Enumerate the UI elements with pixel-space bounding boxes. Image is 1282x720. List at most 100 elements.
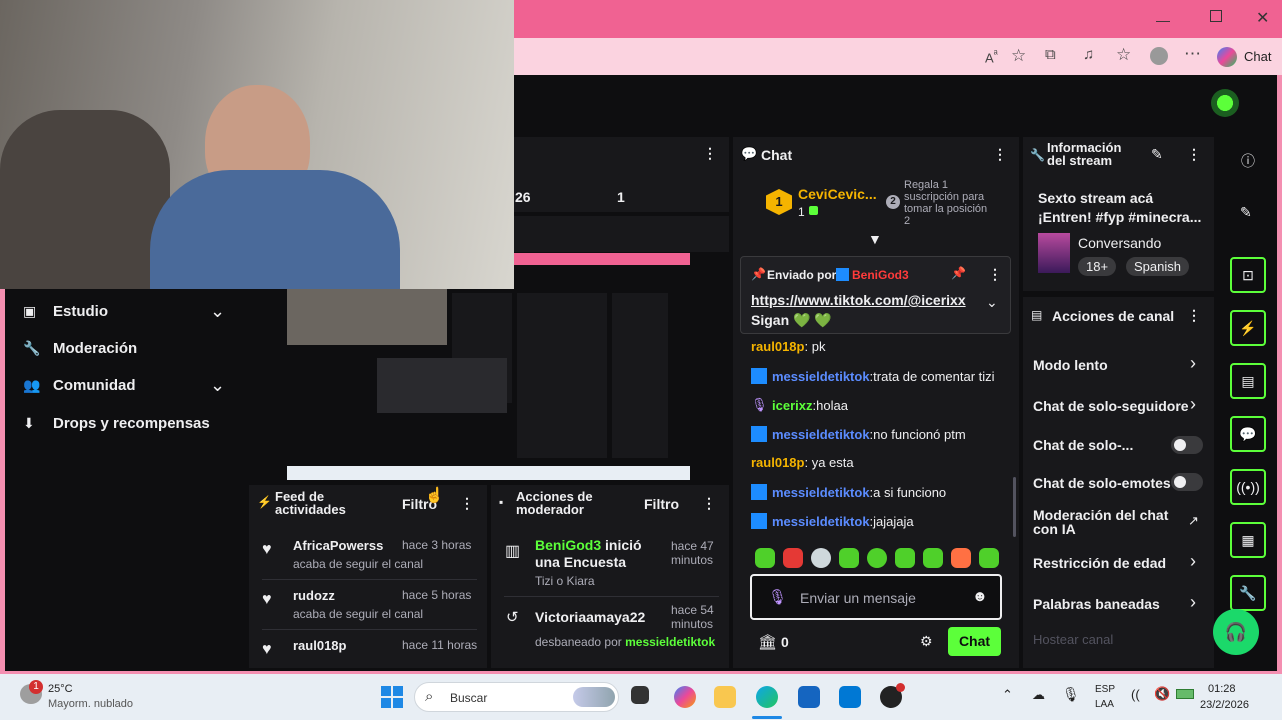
- more-icon[interactable]: ⋮: [1187, 307, 1201, 324]
- pencil-icon[interactable]: ✎: [1151, 146, 1163, 163]
- weather-temp[interactable]: 25°C: [48, 683, 73, 695]
- info-icon[interactable]: ⓘ: [1241, 151, 1255, 171]
- filter-button[interactable]: Filtro: [644, 496, 679, 512]
- more-icon[interactable]: ⋮: [993, 146, 1007, 163]
- more-icon[interactable]: ⋮: [702, 495, 716, 512]
- action-subs-only[interactable]: Chat de solo-...: [1033, 437, 1133, 453]
- copilot-icon[interactable]: [1217, 47, 1237, 67]
- clock-time[interactable]: 01:28: [1208, 683, 1236, 695]
- lightning-icon[interactable]: ⚡: [1230, 310, 1266, 346]
- pencil-icon[interactable]: ✎: [1240, 204, 1252, 221]
- action-age-restriction[interactable]: Restricción de edad: [1033, 555, 1166, 571]
- mod-action-user[interactable]: Victoriaamaya22: [535, 609, 645, 625]
- chat-username[interactable]: messieldetiktok: [772, 427, 870, 442]
- category-boxart[interactable]: [1038, 233, 1070, 273]
- task-view-icon[interactable]: [631, 686, 649, 704]
- category-name[interactable]: Conversando: [1078, 235, 1161, 251]
- store-icon[interactable]: [798, 686, 820, 708]
- chat-username[interactable]: messieldetiktok: [772, 514, 870, 529]
- action-ai-moderation[interactable]: Moderación del chat con IA: [1033, 508, 1173, 536]
- chevron-right-icon[interactable]: ›: [1190, 394, 1196, 415]
- collections-icon[interactable]: ♫: [1083, 46, 1094, 63]
- emote-only-toggle[interactable]: [1171, 473, 1203, 491]
- tray-app-icon[interactable]: ☁: [1032, 687, 1045, 703]
- activity-user[interactable]: rudozz: [293, 588, 335, 603]
- clock-date[interactable]: 23/2/2026: [1200, 699, 1249, 711]
- channel-points-icon[interactable]: 🏛: [758, 633, 777, 651]
- send-chat-button[interactable]: Chat: [948, 627, 1001, 656]
- chevron-up-icon[interactable]: ⌃: [1002, 687, 1013, 703]
- copilot-app-icon[interactable]: [674, 686, 696, 708]
- chevron-down-icon[interactable]: ⌄: [210, 301, 225, 322]
- tag-badge[interactable]: Spanish: [1126, 257, 1189, 276]
- tag-badge[interactable]: 18+: [1078, 257, 1117, 276]
- emote-icon[interactable]: [951, 548, 971, 568]
- external-link-icon[interactable]: ↗: [1188, 513, 1199, 529]
- action-followers-only[interactable]: Chat de solo-seguidore: [1033, 398, 1189, 414]
- favorite-star-icon[interactable]: ☆: [1011, 46, 1026, 66]
- windows-start-icon[interactable]: [381, 686, 403, 708]
- chat-username[interactable]: raul018p: [751, 455, 804, 470]
- layout-icon[interactable]: ▦: [1230, 522, 1266, 558]
- more-options-icon[interactable]: ⋯: [1184, 44, 1201, 64]
- battery-icon[interactable]: [1176, 689, 1194, 699]
- avatar[interactable]: [1211, 89, 1239, 117]
- minimize-icon[interactable]: —: [1156, 12, 1170, 28]
- chevron-right-icon[interactable]: ›: [1190, 592, 1196, 613]
- restore-icon[interactable]: [1210, 10, 1222, 22]
- more-icon[interactable]: ⋮: [460, 495, 474, 512]
- emote-icon[interactable]: [839, 548, 859, 568]
- read-aloud-icon[interactable]: Aᵃ: [985, 48, 998, 65]
- pinned-link[interactable]: https://www.tiktok.com/@icerixx: [751, 292, 966, 308]
- support-headset-icon[interactable]: 🎧: [1213, 609, 1259, 655]
- chat-username[interactable]: raul018p: [751, 339, 804, 354]
- file-explorer-icon[interactable]: [714, 686, 736, 708]
- chevron-right-icon[interactable]: ›: [1190, 551, 1196, 572]
- nav-item-estudio[interactable]: ▣ Estudio: [23, 303, 108, 320]
- chat-username[interactable]: messieldetiktok: [772, 485, 870, 500]
- close-icon[interactable]: ✕: [1256, 8, 1269, 28]
- chat-scrollbar[interactable]: [1013, 477, 1016, 537]
- action-emote-only[interactable]: Chat de solo-emotes: [1033, 475, 1171, 491]
- chevron-down-icon[interactable]: ⌄: [210, 375, 225, 396]
- pin-icon[interactable]: 📌: [951, 266, 966, 280]
- wifi-icon[interactable]: ((: [1131, 687, 1140, 702]
- profile-icon[interactable]: [1150, 47, 1168, 65]
- action-banned-words[interactable]: Palabras baneadas: [1033, 596, 1160, 612]
- language-layout[interactable]: LAA: [1095, 699, 1114, 710]
- favorites-icon[interactable]: ☆: [1116, 45, 1131, 65]
- pinned-user[interactable]: BeniGod3: [852, 268, 909, 282]
- more-icon[interactable]: ⋮: [988, 266, 1002, 283]
- chevron-down-icon[interactable]: ⌄: [986, 294, 998, 311]
- nav-item-comunidad[interactable]: 👥 Comunidad: [23, 377, 136, 394]
- chat-username[interactable]: messieldetiktok: [772, 369, 870, 384]
- emote-icon[interactable]: [979, 548, 999, 568]
- emote-icon[interactable]: [783, 548, 803, 568]
- weather-desc[interactable]: Mayorm. nublado: [48, 698, 133, 710]
- emote-icon[interactable]: [811, 548, 831, 568]
- emote-icon[interactable]: [867, 548, 887, 568]
- chat-input[interactable]: 🎙 Enviar un mensaje ☻: [750, 574, 1002, 620]
- mod-action-sub-user[interactable]: messieldetiktok: [625, 635, 715, 649]
- activity-user[interactable]: AfricaPowerss: [293, 538, 383, 553]
- chevron-right-icon[interactable]: ›: [1190, 353, 1196, 374]
- nav-item-moderacion[interactable]: 🔧 Moderación: [23, 340, 137, 357]
- more-icon[interactable]: ⋮: [1187, 146, 1201, 163]
- emote-icon[interactable]: [923, 548, 943, 568]
- action-slow-mode[interactable]: Modo lento: [1033, 357, 1108, 373]
- emote-icon[interactable]: [755, 548, 775, 568]
- clip-icon[interactable]: ⊡: [1230, 257, 1266, 293]
- volume-muted-icon[interactable]: 🔇: [1154, 686, 1170, 702]
- edge-browser-icon[interactable]: [756, 686, 778, 708]
- extensions-icon[interactable]: ⧉: [1045, 46, 1056, 63]
- copilot-chat-label[interactable]: Chat: [1244, 49, 1271, 64]
- nav-item-drops[interactable]: ⬇ Drops y recompensas: [23, 415, 210, 432]
- subs-only-toggle[interactable]: [1171, 436, 1203, 454]
- emote-picker-icon[interactable]: ☻: [972, 588, 988, 605]
- microphone-icon[interactable]: 🎙: [1062, 686, 1080, 703]
- chat-bubble-icon[interactable]: 💬: [1230, 416, 1266, 452]
- gifter-name[interactable]: CeviCevic...: [798, 186, 877, 202]
- taskbar-search[interactable]: ⌕ Buscar: [414, 682, 619, 712]
- mod-action-user[interactable]: BeniGod3: [535, 537, 601, 553]
- more-icon[interactable]: ⋮: [703, 145, 717, 162]
